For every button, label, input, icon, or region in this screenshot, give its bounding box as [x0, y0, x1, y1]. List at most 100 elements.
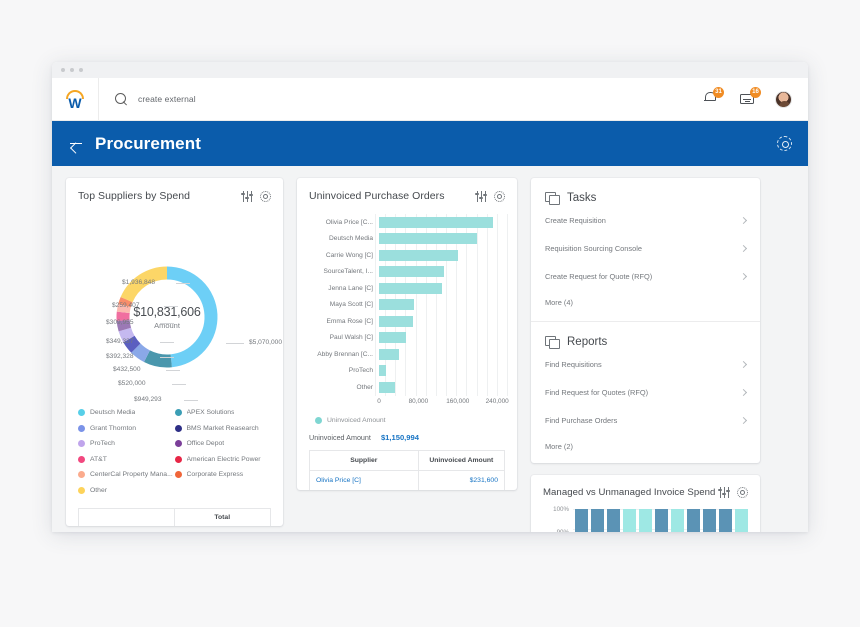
donut-chart: $10,831,606 Amount $5,070,000 $949,293 $52… [66, 206, 283, 403]
global-navigation-bar: W create external 31 16 [52, 77, 808, 121]
legend-label: American Electric Power [186, 455, 261, 463]
bar[interactable] [606, 509, 621, 532]
cell-supplier[interactable]: Olivia Price [C] [310, 471, 419, 490]
bar[interactable] [379, 282, 442, 294]
bar[interactable] [718, 509, 733, 532]
filter-icon[interactable] [475, 190, 488, 202]
chevron-right-icon [739, 416, 748, 424]
bar-row: Carrie Wong [C] [307, 247, 507, 264]
back-arrow-icon[interactable] [68, 136, 84, 152]
bar-rows: Olivia Price [C... Deutsch Media Carrie Wo… [307, 214, 507, 396]
window-dot-minimize[interactable] [70, 68, 74, 72]
bar[interactable] [622, 509, 637, 532]
bar-row: Deutsch Media [307, 231, 507, 248]
legend-item[interactable]: APEX Solutions [174, 405, 272, 421]
gear-icon[interactable] [260, 190, 271, 202]
legend-item[interactable]: Office Depot [174, 436, 272, 452]
gear-icon[interactable] [737, 487, 748, 498]
table-header-total: Total [214, 514, 231, 521]
bar-category-label: ProTech [348, 367, 373, 375]
legend-label: Corporate Express [186, 471, 244, 479]
window-icon [545, 336, 560, 349]
bar[interactable] [379, 348, 399, 360]
donut-slice-value: $520,000 [118, 380, 146, 387]
task-item-label: Requisition Sourcing Console [545, 243, 642, 253]
table-header-blank [79, 509, 175, 526]
summary-value[interactable]: $1,150,994 [381, 433, 419, 442]
bar[interactable] [379, 381, 395, 393]
card-managed-vs-unmanaged-invoice-spend: Managed vs Unmanaged Invoice Spend 100% 9… [531, 475, 760, 532]
legend-item[interactable]: ProTech [78, 436, 175, 452]
filter-icon[interactable] [241, 190, 254, 202]
bar[interactable] [654, 509, 669, 532]
notifications-button[interactable]: 31 [701, 87, 724, 108]
bar[interactable] [734, 509, 748, 532]
gear-icon[interactable] [494, 190, 505, 202]
bar[interactable] [379, 249, 458, 261]
donut-slice-value: $259,407 [112, 302, 140, 309]
dashboard-column-left: Top Suppliers by Spend $10,831,606 Amoun… [66, 178, 283, 526]
bar[interactable] [379, 332, 407, 343]
task-item[interactable]: Create Request for Quote (RFQ) [531, 262, 760, 290]
legend-swatch [78, 455, 85, 463]
chevron-right-icon [739, 272, 748, 280]
chevron-right-icon [739, 360, 748, 368]
bar[interactable] [702, 509, 717, 532]
bar[interactable] [575, 509, 589, 532]
reports-more-link[interactable]: More (2) [531, 434, 760, 463]
bar[interactable] [379, 233, 478, 244]
bar[interactable] [379, 365, 386, 376]
report-item[interactable]: Find Requisitions [531, 350, 760, 378]
horizontal-bar-chart: Olivia Price [C... Deutsch Media Carrie Wo… [297, 206, 517, 411]
legend-item[interactable]: BMS Market Reasearch [174, 421, 272, 437]
bar-category-label: Paul Walsh [C] [329, 334, 373, 342]
legend-item[interactable]: American Electric Power [174, 452, 272, 468]
search-bar[interactable]: create external [99, 93, 701, 105]
uninvoiced-summary: Uninvoiced Amount $1,150,994 [297, 424, 517, 450]
legend-label: APEX Solutions [186, 409, 235, 417]
bar-track [379, 264, 507, 281]
legend-item[interactable]: Other [78, 483, 175, 499]
bar[interactable] [670, 509, 685, 532]
tasks-more-link[interactable]: More (4) [531, 290, 760, 319]
report-item[interactable]: Find Request for Quotes (RFQ) [531, 378, 760, 406]
bar-row: Olivia Price [C... [307, 214, 507, 231]
bar[interactable] [379, 315, 414, 327]
bar-track [379, 330, 507, 347]
window-dot-close[interactable] [61, 68, 65, 72]
bar[interactable] [379, 216, 494, 228]
legend-item[interactable]: CenterCal Property Mana... [78, 467, 175, 483]
donut-slice-value: $5,070,000 [249, 339, 283, 346]
inbox-button[interactable]: 16 [738, 87, 761, 108]
bar-category-label: Other [356, 383, 374, 391]
nav-icon-group: 31 16 [701, 87, 808, 108]
report-item[interactable]: Find Purchase Orders [531, 406, 760, 434]
legend-label: Grant Thornton [90, 424, 136, 432]
reports-section-header: Reports [531, 322, 760, 350]
cell-uninvoiced-amount[interactable]: $231,600 [419, 471, 504, 490]
task-item[interactable]: Requisition Sourcing Console [531, 234, 760, 262]
workday-w-icon: W [68, 95, 82, 111]
donut-slice-value: $349,337 [106, 338, 134, 345]
avatar[interactable] [775, 90, 792, 108]
bar[interactable] [590, 509, 605, 532]
bar[interactable] [638, 509, 653, 532]
legend-item[interactable]: Grant Thornton [78, 421, 175, 437]
bar[interactable] [379, 299, 415, 310]
donut-slice-value: $432,500 [113, 366, 141, 373]
donut-amount-caption: Amount [154, 320, 180, 330]
legend-item[interactable]: Corporate Express [174, 467, 272, 483]
bar[interactable] [379, 266, 445, 277]
gear-icon[interactable] [777, 136, 792, 151]
legend-item[interactable]: AT&T [78, 452, 175, 468]
table-row[interactable]: Olivia Price [C] $231,600 [310, 470, 504, 490]
column-header-uninvoiced-amount: Uninvoiced Amount [429, 457, 494, 464]
filter-icon[interactable] [718, 487, 731, 498]
window-dot-maximize[interactable] [79, 68, 83, 72]
donut-leader-line [164, 306, 178, 307]
search-input[interactable]: create external [138, 94, 196, 104]
workday-logo[interactable]: W [52, 77, 99, 121]
task-item[interactable]: Create Requisition [531, 206, 760, 234]
bar[interactable] [686, 509, 701, 532]
legend-item[interactable]: Deutsch Media [78, 405, 175, 421]
